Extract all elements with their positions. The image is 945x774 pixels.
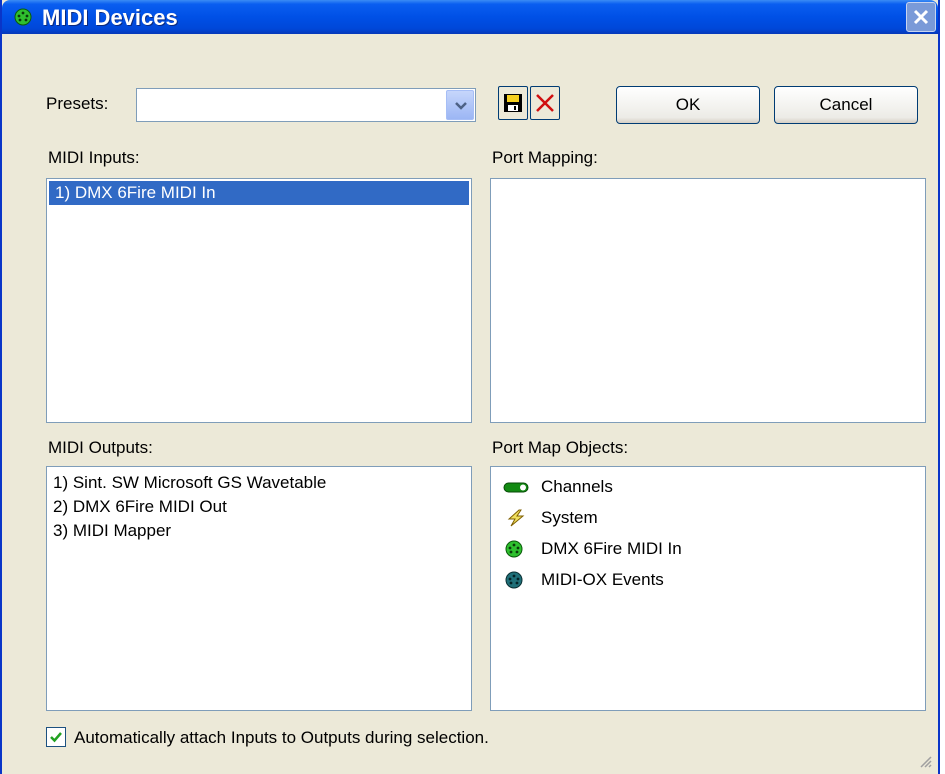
presets-dropdown-button[interactable] bbox=[446, 90, 474, 120]
midi-inputs-label: MIDI Inputs: bbox=[48, 148, 140, 167]
midi-input-item[interactable]: 1) DMX 6Fire MIDI In bbox=[49, 181, 469, 205]
midi-outputs-label: MIDI Outputs: bbox=[48, 438, 153, 457]
midi-connector-icon bbox=[14, 8, 32, 26]
midi-ox-events-icon bbox=[505, 571, 523, 589]
presets-label: Presets: bbox=[46, 94, 109, 113]
port-map-objects-list[interactable]: Channels System DMX 6Fire MIDI In MIDI-O… bbox=[490, 466, 926, 711]
midi-devices-dialog: MIDI Devices Presets: OK Cancel MIDI Inp… bbox=[0, 0, 940, 774]
checkmark-icon bbox=[50, 732, 62, 743]
midi-output-item[interactable]: 2) DMX 6Fire MIDI Out bbox=[47, 495, 471, 519]
channels-icon bbox=[503, 482, 529, 493]
auto-attach-checkbox[interactable] bbox=[46, 727, 66, 747]
resize-grip-icon[interactable] bbox=[918, 754, 932, 768]
ok-button[interactable]: OK bbox=[616, 86, 760, 124]
chevron-down-icon bbox=[455, 102, 467, 110]
delete-preset-button[interactable] bbox=[530, 86, 560, 120]
delete-x-icon bbox=[536, 94, 554, 112]
close-button[interactable] bbox=[906, 2, 936, 32]
auto-attach-label[interactable]: Automatically attach Inputs to Outputs d… bbox=[74, 728, 489, 748]
port-map-object-channels[interactable]: Channels bbox=[491, 471, 925, 502]
port-mapping-panel[interactable] bbox=[490, 178, 926, 423]
midi-output-item[interactable]: 1) Sint. SW Microsoft GS Wavetable bbox=[47, 471, 471, 495]
midi-port-icon bbox=[505, 540, 523, 558]
port-map-object-system[interactable]: System bbox=[491, 502, 925, 533]
port-mapping-label: Port Mapping: bbox=[492, 148, 598, 167]
port-map-object-label: MIDI-OX Events bbox=[541, 570, 664, 589]
system-icon bbox=[507, 509, 525, 527]
port-map-objects-label: Port Map Objects: bbox=[492, 438, 629, 457]
presets-combobox[interactable] bbox=[136, 88, 476, 122]
midi-outputs-list[interactable]: 1) Sint. SW Microsoft GS Wavetable 2) DM… bbox=[46, 466, 472, 711]
port-map-object-label: System bbox=[541, 508, 598, 527]
port-map-object-midi-ox-events[interactable]: MIDI-OX Events bbox=[491, 564, 925, 595]
port-map-object-label: Channels bbox=[541, 477, 613, 496]
floppy-disk-icon bbox=[504, 94, 522, 112]
port-map-object-label: DMX 6Fire MIDI In bbox=[541, 539, 682, 558]
midi-inputs-list[interactable]: 1) DMX 6Fire MIDI In bbox=[46, 178, 472, 423]
midi-output-item[interactable]: 3) MIDI Mapper bbox=[47, 519, 471, 543]
save-preset-button[interactable] bbox=[498, 86, 528, 120]
title-bar[interactable]: MIDI Devices bbox=[2, 0, 938, 34]
port-map-object-midi-in[interactable]: DMX 6Fire MIDI In bbox=[491, 533, 925, 564]
cancel-button[interactable]: Cancel bbox=[774, 86, 918, 124]
close-icon bbox=[913, 9, 929, 25]
window-title: MIDI Devices bbox=[42, 5, 178, 30]
